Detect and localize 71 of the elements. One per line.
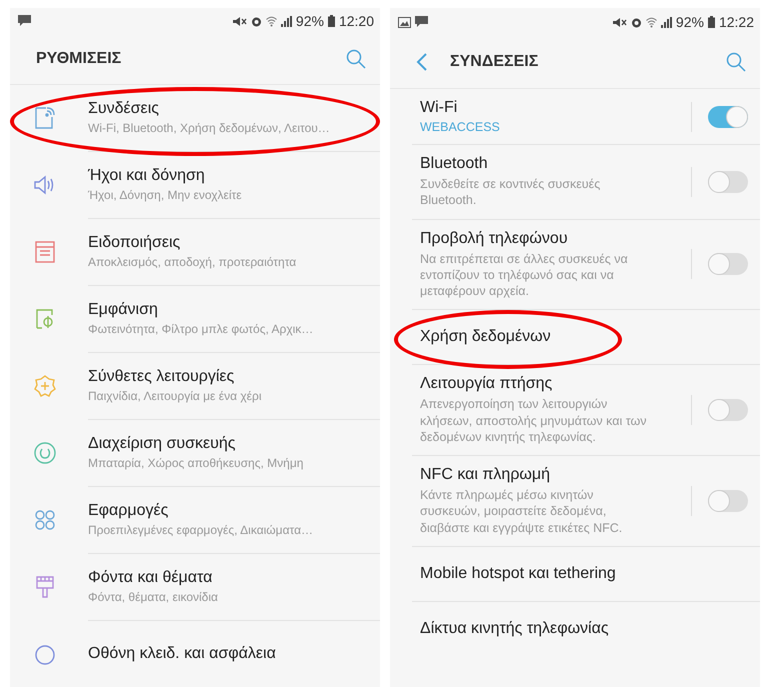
battery-percent: 92% (676, 14, 704, 30)
item-title: Προβολή τηλεφώνου (420, 230, 569, 248)
settings-item[interactable]: Φόντα και θέματα Φόντα, θέματα, εικονίδια (88, 554, 380, 621)
item-description: Παιχνίδια, Λειτουργία με ένα χέρι (88, 388, 262, 404)
battery-percent: 92% (296, 13, 324, 30)
item-title: Ειδοποιήσεις (88, 234, 182, 252)
item-title: Οθόνη κλειδ. και ασφάλεια (88, 645, 277, 663)
item-title: Bluetooth (420, 155, 489, 173)
item-title: Ήχοι και δόνηση (88, 166, 206, 185)
clock-time: 12:22 (718, 14, 754, 30)
settings-item[interactable]: Λειτουργία πτήσης Απενεργοποίηση των λειτουργιών κλήσεων, αποστολής μηνυμάτων και των δεδομένων κινητής τηλεφωνίας. (412, 365, 760, 456)
item-description: Φωτεινότητα, Φίλτρο μπλε φωτός, Αρχικ… (88, 322, 314, 338)
settings-item[interactable]: Δίκτυα κινητής τηλεφωνίας (412, 602, 760, 656)
item-description: Κάντε πληρωμές μέσω κινητών συσκευών, μοιραστείτε δεδομένα, διαβάστε και εγγράψτε ετικέτες NFC. (420, 487, 624, 536)
battery-icon (328, 15, 335, 28)
screen-title: ΡΥΘΜΙΣΕΙΣ (36, 50, 122, 68)
message-icon (18, 15, 31, 28)
settings-item[interactable]: Σύνθετες λειτουργίες Παιχνίδια, Λειτουργία με ένα χέρι (88, 353, 380, 420)
toggle-switch[interactable] (708, 253, 748, 276)
mute-icon (232, 16, 247, 27)
item-title: Wi-Fi (420, 99, 458, 117)
item-description: Να επιτρέπεται σε άλλες συσκευές να εντοπίζουν το τηλέφωνό σας και να μεταφέρουν αρχεία. (420, 250, 629, 300)
item-title: Δίκτυα κινητής τηλεφωνίας (420, 620, 610, 638)
toggle-switch[interactable] (708, 490, 748, 512)
settings-item[interactable]: Οθόνη κλειδ. και ασφάλεια (88, 621, 380, 687)
item-description: Wi-Fi, Bluetooth, Χρήση δεδομένων, Λειτου… (88, 120, 331, 136)
item-description: Απενεργοποίηση των λειτουργιών κλήσεων, αποστολής μηνυμάτων και των δεδομένων κινητής τηλεφωνίας. (420, 396, 648, 445)
settings-item[interactable]: Ήχοι και δόνηση Ήχοι, Δόνηση, Μην ενοχλείτε (88, 152, 380, 219)
settings-item[interactable]: Εμφάνιση Φωτεινότητα, Φίλτρο μπλε φωτός, Αρχικ… (88, 286, 380, 353)
connected-network: WEBACCESS (420, 120, 501, 134)
item-title: Σύνθετες λειτουργίες (88, 368, 236, 386)
wifi-icon (266, 16, 277, 27)
battery-icon (708, 16, 715, 28)
item-title: Mobile hotspot και tethering (420, 564, 617, 583)
item-title: Χρήση δεδομένων (420, 328, 552, 346)
search-icon[interactable] (346, 49, 366, 70)
signal-icon (280, 16, 292, 27)
toggle-switch[interactable] (708, 399, 748, 422)
toggle-switch[interactable] (708, 170, 748, 193)
mute-icon (612, 16, 627, 28)
item-description: Προεπιλεγμένες εφαρμογές, Δικαιώματα… (88, 522, 314, 538)
settings-item[interactable]: Mobile hotspot και tethering (412, 546, 760, 602)
item-description: Ήχοι, Δόνηση, Μην ενοχλείτε (88, 188, 243, 204)
settings-item[interactable]: Διαχείριση συσκευής Μπαταρία, Χώρος αποθήκευσης, Μνήμη (88, 420, 380, 487)
item-description: Συνδεθείτε σε κοντινές συσκευές Bluetooth. (420, 176, 602, 208)
settings-item[interactable]: Εφαρμογές Προεπιλεγμένες εφαρμογές, Δικαιώματα… (88, 487, 380, 554)
item-title: Λειτουργία πτήσης (420, 375, 554, 394)
toggle-switch[interactable] (708, 106, 748, 128)
screen-title: ΣΥΝΔΕΣΕΙΣ (450, 53, 540, 71)
message-icon (415, 16, 428, 28)
settings-item[interactable]: Χρήση δεδομένων (412, 310, 760, 366)
item-description: Φόντα, θέματα, εικονίδια (88, 590, 219, 606)
settings-item[interactable]: Wi-Fi WEBACCESS (412, 89, 760, 145)
back-button[interactable] (416, 53, 428, 71)
item-title: NFC και πληρωμή (420, 466, 552, 484)
settings-item[interactable]: NFC και πληρωμή Κάντε πληρωμές μέσω κινητών συσκευών, μοιραστείτε δεδομένα, διαβάστε και εγγράψτε ετικέτες NFC. (412, 456, 760, 547)
item-title: Εμφάνιση (88, 300, 159, 319)
item-description: Αποκλεισμός, αποδοχή, προτεραιότητα (88, 254, 298, 270)
search-icon[interactable] (726, 52, 746, 72)
settings-item[interactable]: Ειδοποιήσεις Αποκλεισμός, αποδοχή, προτεραιότητα (88, 219, 380, 286)
item-title: Φόντα και θέματα (88, 568, 214, 587)
signal-icon (660, 16, 672, 28)
item-description: Μπαταρία, Χώρος αποθήκευσης, Μνήμη (88, 456, 304, 472)
item-title: Συνδέσεις (88, 100, 160, 118)
item-title: Διαχείριση συσκευής (88, 434, 236, 453)
settings-item[interactable]: Προβολή τηλεφώνου Να επιτρέπεται σε άλλες συσκευές να εντοπίζουν το τηλέφωνό σας και να μεταφέρουν αρχεία. (412, 220, 760, 310)
wifi-icon (646, 16, 657, 28)
clock-time: 12:20 (338, 13, 374, 30)
settings-item[interactable]: Bluetooth Συνδεθείτε σε κοντινές συσκευές Bluetooth. (412, 145, 760, 220)
settings-item[interactable]: Συνδέσεις Wi-Fi, Bluetooth, Χρήση δεδομένων, Λειτου… (88, 85, 380, 152)
item-title: Εφαρμογές (88, 502, 170, 520)
